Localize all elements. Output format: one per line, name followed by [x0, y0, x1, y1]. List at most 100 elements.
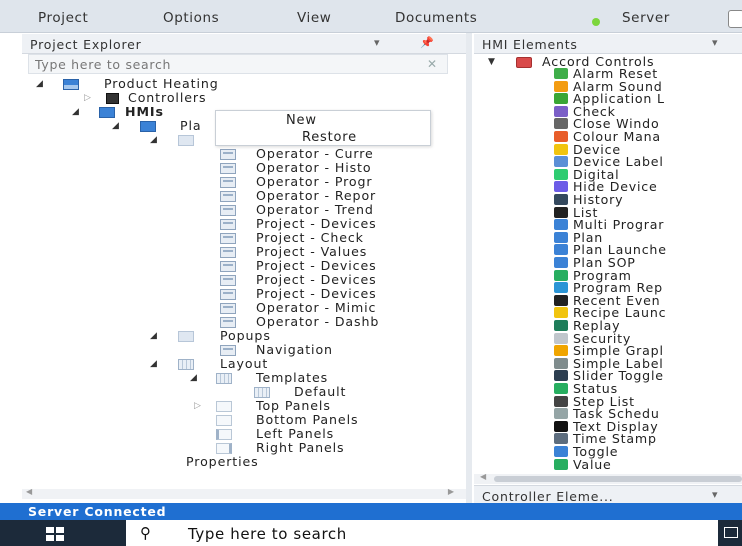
- collapsed-arrow-icon[interactable]: ▷: [84, 91, 91, 105]
- tree-label: Operator - Histo: [256, 160, 372, 175]
- tree-item-screen[interactable]: Project - Values: [0, 245, 466, 259]
- hmi-element-item[interactable]: Value: [573, 458, 612, 471]
- panel-icon: [216, 429, 232, 440]
- tree-item-screen[interactable]: Operator - Progr: [0, 175, 466, 189]
- project-search-input[interactable]: [29, 55, 399, 73]
- hmi-element-icon: [554, 408, 568, 419]
- tree-item-screen[interactable]: Project - Devices: [0, 273, 466, 287]
- tree-label: Top Panels: [256, 398, 331, 413]
- expanded-arrow-icon[interactable]: ◢: [36, 77, 43, 91]
- tree-label: Project - Devices: [256, 286, 377, 301]
- hmi-icon: [99, 107, 115, 118]
- taskbar-search[interactable]: ⚲ Type here to search: [126, 520, 718, 546]
- tree-item-layout[interactable]: ◢ Layout: [0, 357, 466, 371]
- hmi-element-icon: [554, 433, 568, 444]
- chevron-down-icon[interactable]: ▾: [712, 36, 718, 49]
- tree-label: Popups: [220, 328, 271, 343]
- expanded-arrow-icon[interactable]: ◢: [150, 357, 157, 371]
- controls-group-icon: [516, 57, 532, 68]
- hmi-element-icon: [554, 144, 568, 155]
- tree-item-templates[interactable]: ◢ Templates: [0, 371, 466, 385]
- tree-item-screen[interactable]: Operator - Dashb: [0, 315, 466, 329]
- tree-label: Layout: [220, 356, 269, 371]
- screen-icon: [220, 345, 236, 356]
- tree-item-navigation[interactable]: Navigation: [0, 343, 466, 357]
- project-search-box[interactable]: ✕: [28, 54, 448, 74]
- context-menu-restore[interactable]: Restore: [302, 130, 357, 145]
- clear-search-icon[interactable]: ✕: [427, 57, 437, 71]
- hmi-element-icon: [554, 93, 568, 104]
- menu-options[interactable]: Options: [163, 10, 219, 26]
- tree-item-left-panels[interactable]: Left Panels: [0, 427, 466, 441]
- menu-server[interactable]: Server: [622, 10, 670, 26]
- tree-item-screen[interactable]: Project - Devices: [0, 259, 466, 273]
- pin-icon[interactable]: 📌: [420, 36, 434, 49]
- tree-item-properties[interactable]: Properties: [0, 455, 466, 469]
- task-view-icon[interactable]: [724, 527, 738, 538]
- menu-project[interactable]: Project: [38, 10, 88, 26]
- menu-documents[interactable]: Documents: [395, 10, 477, 26]
- menu-overflow-box[interactable]: [728, 10, 742, 28]
- tree-item-top-panels[interactable]: ▷ Top Panels: [0, 399, 466, 413]
- panel-splitter[interactable]: [466, 33, 472, 503]
- tree-item-screen[interactable]: Operator - Repor: [0, 189, 466, 203]
- scroll-left-icon[interactable]: ◀: [480, 472, 486, 481]
- tree-item-screen[interactable]: Operator - Curre: [0, 147, 466, 161]
- menu-view[interactable]: View: [297, 10, 331, 26]
- panel-icon: [216, 401, 232, 412]
- screen-icon: [220, 275, 236, 286]
- expanded-arrow-icon[interactable]: ◢: [112, 119, 119, 133]
- hmi-element-icon: [554, 131, 568, 142]
- hmi-element-icon: [554, 169, 568, 180]
- hmi-element-icon: [554, 307, 568, 318]
- layout-icon: [216, 373, 232, 384]
- tree-item-screen[interactable]: Project - Check: [0, 231, 466, 245]
- tree-label: Operator - Dashb: [256, 314, 380, 329]
- hmi-element-icon: [554, 333, 568, 344]
- expanded-arrow-icon[interactable]: ▼: [488, 55, 495, 69]
- screen-icon: [220, 163, 236, 174]
- status-text: Server Connected: [28, 504, 167, 519]
- tree-item-popups[interactable]: ◢ Popups: [0, 329, 466, 343]
- tree-item-screen[interactable]: Operator - Histo: [0, 161, 466, 175]
- scroll-thumb[interactable]: [494, 476, 742, 482]
- tree-label: Properties: [186, 454, 259, 469]
- tree-item-screen[interactable]: Operator - Trend: [0, 203, 466, 217]
- hmi-elements-header: HMI Elements ▾: [474, 34, 742, 54]
- hmi-horizontal-scrollbar[interactable]: ◀: [474, 472, 742, 484]
- context-menu-new[interactable]: New: [286, 113, 317, 128]
- tree-item-controllers[interactable]: ▷ Controllers: [0, 91, 466, 105]
- tree-label: Pla: [180, 118, 202, 133]
- hmi-icon: [140, 121, 156, 132]
- tree-item-bottom-panels[interactable]: Bottom Panels: [0, 413, 466, 427]
- tree-item-product-heating[interactable]: ◢ Product Heating: [0, 77, 466, 91]
- explorer-horizontal-scrollbar[interactable]: ◀ ▶: [22, 487, 466, 499]
- expanded-arrow-icon[interactable]: ◢: [150, 133, 157, 147]
- tree-item-screen[interactable]: Operator - Mimic: [0, 301, 466, 315]
- scroll-right-icon[interactable]: ▶: [448, 487, 454, 496]
- screen-icon: [220, 261, 236, 272]
- controller-icon: [106, 93, 119, 104]
- expanded-arrow-icon[interactable]: ◢: [72, 105, 79, 119]
- tree-item-right-panels[interactable]: Right Panels: [0, 441, 466, 455]
- server-status-icon: [592, 18, 600, 26]
- hmi-element-icon: [554, 219, 568, 230]
- taskbar-search-placeholder: Type here to search: [188, 525, 347, 543]
- chevron-down-icon[interactable]: ▾: [712, 488, 718, 501]
- tree-label: Product Heating: [104, 76, 219, 91]
- tree-label: Project - Devices: [256, 216, 377, 231]
- windows-start-icon[interactable]: [46, 527, 64, 541]
- collapsed-arrow-icon[interactable]: ▷: [194, 399, 201, 413]
- scroll-left-icon[interactable]: ◀: [26, 487, 32, 496]
- tree-item-screen[interactable]: Project - Devices: [0, 287, 466, 301]
- chevron-down-icon[interactable]: ▾: [374, 36, 380, 49]
- screen-icon: [220, 247, 236, 258]
- expanded-arrow-icon[interactable]: ◢: [150, 329, 157, 343]
- tree-item-screen[interactable]: Project - Devices: [0, 217, 466, 231]
- layout-icon: [178, 359, 194, 370]
- hmi-element-icon: [554, 295, 568, 306]
- expanded-arrow-icon[interactable]: ◢: [190, 371, 197, 385]
- tree-item-default[interactable]: Default: [0, 385, 466, 399]
- hmi-element-icon: [554, 370, 568, 381]
- tree-label: Project - Devices: [256, 272, 377, 287]
